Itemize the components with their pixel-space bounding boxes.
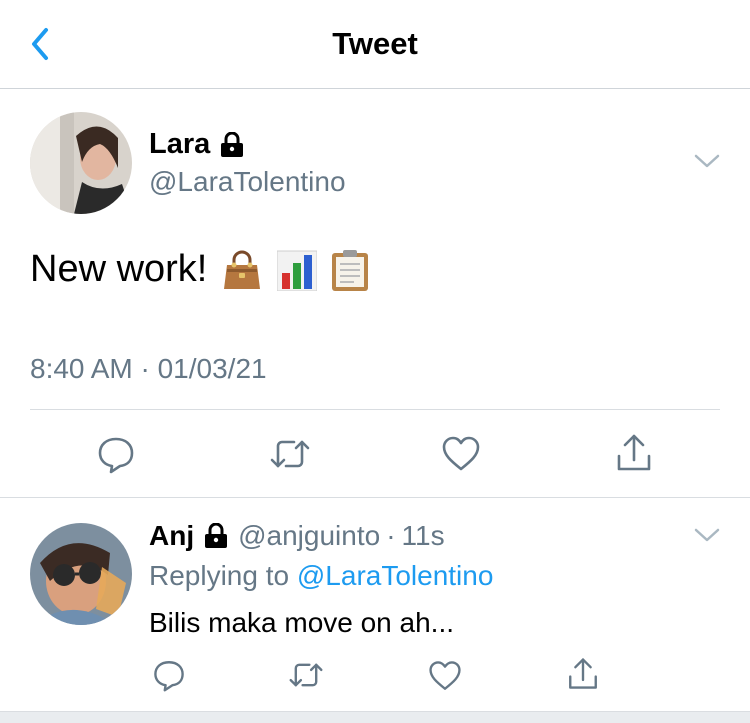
separator-dot: · [386, 520, 396, 551]
clipboard-emoji-icon [332, 249, 369, 291]
bar-chart-emoji-icon [277, 250, 318, 291]
share-button[interactable] [614, 432, 654, 479]
reply-more-button[interactable] [693, 526, 721, 549]
share-icon [617, 434, 651, 471]
reply-share-button[interactable] [566, 656, 600, 697]
tweet-author[interactable]: Lara [149, 128, 244, 161]
reply-time: 11s [401, 520, 445, 551]
mention-link[interactable]: @LaraTolentino [297, 560, 494, 591]
divider [30, 409, 720, 410]
reply-avatar[interactable] [30, 523, 132, 625]
section-divider [0, 497, 750, 498]
reply-reply-button[interactable] [152, 658, 186, 697]
heart-icon [442, 436, 480, 471]
reply-author-handle[interactable]: @anjguinto [238, 520, 380, 552]
retweet-icon [270, 440, 310, 468]
tweet-text: New work! [30, 248, 208, 290]
page-title: Tweet [332, 26, 418, 61]
tweet-timestamp[interactable]: 8:40 AM · 01/03/21 [30, 353, 267, 385]
reply-author-name[interactable]: Anj [149, 520, 194, 552]
avatar[interactable] [30, 112, 132, 214]
chevron-down-icon [694, 528, 720, 542]
retweet-button[interactable] [268, 434, 312, 479]
tweet-body: New work! [30, 248, 369, 291]
retweet-icon [289, 663, 323, 687]
bottom-separator [0, 711, 750, 723]
reply-button[interactable] [96, 434, 136, 479]
lock-icon [205, 523, 228, 548]
share-icon [569, 658, 597, 689]
heart-icon [429, 661, 461, 690]
tweet-author-name: Lara [149, 128, 211, 160]
replying-to: Replying to @LaraTolentino [149, 560, 493, 592]
lock-icon [221, 131, 244, 157]
comment-icon [98, 437, 134, 474]
reply-header: Anj @anjguinto · 11s [149, 520, 445, 552]
reply-text: Bilis maka move on ah... [149, 607, 455, 638]
replying-to-prefix: Replying to [149, 560, 290, 591]
tweet-author-handle[interactable]: @LaraTolentino [149, 166, 346, 198]
like-button[interactable] [441, 434, 481, 479]
reply-like-button[interactable] [428, 659, 462, 698]
comment-icon [154, 661, 184, 692]
navigation-bar: Tweet [0, 0, 750, 89]
tweet-more-button[interactable] [693, 152, 721, 175]
chevron-down-icon [694, 154, 720, 168]
reply-retweet-button[interactable] [287, 658, 325, 697]
handbag-emoji-icon [224, 250, 261, 289]
